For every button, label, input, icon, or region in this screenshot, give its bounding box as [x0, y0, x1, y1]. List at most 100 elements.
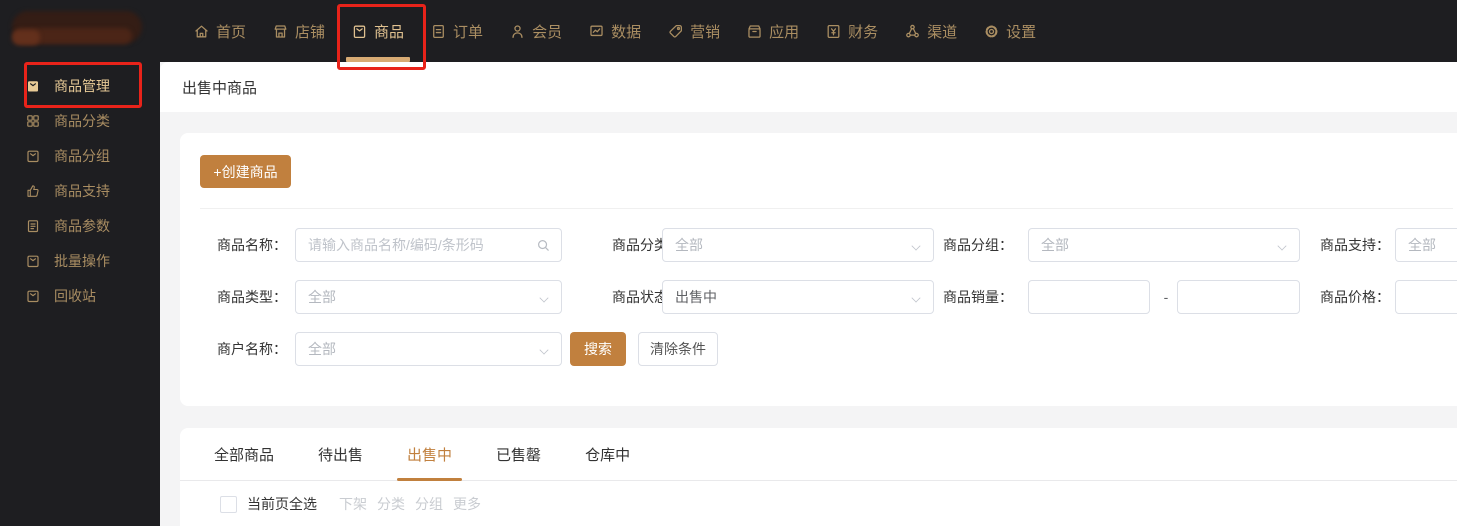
clear-filters-button[interactable]: 清除条件 [638, 332, 718, 366]
nav-item-apps[interactable]: 应用 [746, 0, 799, 62]
select-value: 全部 [1041, 237, 1069, 253]
sidebar-item-label: 批量操作 [54, 252, 110, 269]
params-icon [25, 218, 41, 234]
sidebar-item-goods-group[interactable]: 商品分组 [0, 138, 160, 173]
member-icon [509, 23, 526, 40]
batch-action-group[interactable]: 分组 [415, 494, 443, 514]
nav-label: 会员 [532, 23, 563, 41]
select-all-label[interactable]: 当前页全选 [247, 494, 317, 514]
tab-in-warehouse[interactable]: 仓库中 [575, 428, 640, 480]
goods-price-label: 商品价格： [1320, 289, 1390, 305]
select-value: 出售中 [675, 289, 717, 305]
sidebar-item-goods-support[interactable]: 商品支持 [0, 173, 160, 208]
search-icon [536, 238, 551, 253]
top-nav: 首页 店铺 商品 订单 会员 数据 营销 应用 财务 渠道 设置 [193, 0, 1036, 62]
nav-label: 设置 [1006, 23, 1037, 41]
sidebar-item-batch-ops[interactable]: 批量操作 [0, 243, 160, 278]
sidebar: 商品管理 商品分类 商品分组 商品支持 商品参数 批量操作 回收站 [0, 62, 160, 526]
tab-on-sale[interactable]: 出售中 [397, 428, 463, 481]
nav-item-marketing[interactable]: 营销 [667, 0, 720, 62]
price-min-input-wrap [1395, 280, 1457, 314]
filter-row-2: 商品类型： 全部 商品状态： 出售中 商品销量： - 商品价格： [180, 280, 1457, 314]
group-icon [25, 148, 41, 164]
goods-icon [351, 23, 368, 40]
goods-manage-icon [25, 78, 41, 94]
goods-group-label: 商品分组： [943, 237, 1013, 253]
nav-item-orders[interactable]: 订单 [430, 0, 483, 62]
sidebar-item-goods-category[interactable]: 商品分类 [0, 103, 160, 138]
main-content: 出售中商品 +创建商品 商品名称： 商品分类： 全部 商品分组： 全部 [160, 62, 1457, 526]
create-goods-button[interactable]: +创建商品 [200, 155, 291, 188]
page-title: 出售中商品 [182, 79, 258, 97]
nav-label: 营销 [690, 23, 721, 41]
logo-redacted [8, 6, 148, 54]
page-header: 出售中商品 [160, 62, 1457, 112]
sales-min-input[interactable] [1029, 288, 1149, 306]
order-icon [430, 23, 447, 40]
support-icon [25, 183, 41, 199]
nav-item-home[interactable]: 首页 [193, 0, 246, 62]
sidebar-item-label: 商品分类 [54, 112, 110, 129]
tab-all-goods[interactable]: 全部商品 [204, 428, 284, 480]
select-value: 全部 [675, 237, 703, 253]
select-value: 全部 [1408, 237, 1436, 253]
nav-item-data[interactable]: 数据 [588, 0, 641, 62]
apps-icon [746, 23, 763, 40]
goods-sales-label: 商品销量： [943, 289, 1013, 305]
chevron-down-icon [540, 345, 549, 354]
nav-item-shop[interactable]: 店铺 [272, 0, 325, 62]
tab-sold-out[interactable]: 已售罄 [486, 428, 551, 480]
batch-action-take-down[interactable]: 下架 [339, 494, 367, 514]
sidebar-item-goods-manage[interactable]: 商品管理 [0, 68, 160, 103]
chevron-down-icon [540, 293, 549, 302]
top-bar: 首页 店铺 商品 订单 会员 数据 营销 应用 财务 渠道 设置 [0, 0, 1457, 62]
nav-item-members[interactable]: 会员 [509, 0, 562, 62]
nav-label: 首页 [216, 23, 247, 41]
goods-list-panel: 全部商品 待出售 出售中 已售罄 仓库中 当前页全选 下架 分类 分组 更多 [180, 428, 1457, 526]
nav-label: 渠道 [927, 23, 958, 41]
sidebar-item-label: 回收站 [54, 287, 96, 304]
batch-actions-row: 当前页全选 下架 分类 分组 更多 [180, 494, 1457, 514]
sidebar-item-goods-params[interactable]: 商品参数 [0, 208, 160, 243]
batch-action-more[interactable]: 更多 [453, 494, 481, 514]
tab-pending-sale[interactable]: 待出售 [308, 428, 373, 480]
select-value: 全部 [308, 289, 336, 305]
nav-item-settings[interactable]: 设置 [983, 0, 1036, 62]
nav-label: 数据 [611, 23, 642, 41]
nav-item-goods[interactable]: 商品 [351, 0, 404, 62]
goods-name-input[interactable] [296, 236, 536, 254]
nav-label: 店铺 [295, 23, 326, 41]
nav-item-channels[interactable]: 渠道 [904, 0, 957, 62]
batch-icon [25, 253, 41, 269]
finance-icon [825, 23, 842, 40]
goods-support-select[interactable]: 全部 [1395, 228, 1457, 262]
nav-label: 商品 [374, 23, 405, 41]
filters: 商品名称： 商品分类： 全部 商品分组： 全部 商品支持： 全部 [180, 228, 1457, 384]
batch-action-categorize[interactable]: 分类 [377, 494, 405, 514]
sidebar-item-label: 商品支持 [54, 182, 110, 199]
search-button[interactable]: 搜索 [570, 332, 626, 366]
channel-icon [904, 23, 921, 40]
price-min-input[interactable] [1396, 288, 1457, 306]
data-icon [588, 23, 605, 40]
nav-label: 应用 [769, 23, 800, 41]
status-tabs: 全部商品 待出售 出售中 已售罄 仓库中 [180, 428, 1457, 481]
shop-icon [272, 23, 289, 40]
nav-item-finance[interactable]: 财务 [825, 0, 878, 62]
goods-type-select[interactable]: 全部 [295, 280, 562, 314]
nav-label: 财务 [848, 23, 879, 41]
select-all-checkbox[interactable] [220, 495, 237, 513]
merchant-name-select[interactable]: 全部 [295, 332, 562, 366]
sidebar-item-label: 商品参数 [54, 217, 110, 234]
marketing-icon [667, 23, 684, 40]
sales-min-input-wrap [1028, 280, 1150, 314]
home-icon [193, 23, 210, 40]
category-icon [25, 113, 41, 129]
goods-support-label: 商品支持： [1320, 237, 1390, 253]
recycle-icon [25, 288, 41, 304]
sidebar-item-recycle-bin[interactable]: 回收站 [0, 278, 160, 313]
goods-name-label: 商品名称： [217, 237, 287, 253]
sidebar-item-label: 商品管理 [54, 77, 110, 94]
range-separator: - [1163, 289, 1169, 305]
goods-name-input-wrap [295, 228, 562, 262]
